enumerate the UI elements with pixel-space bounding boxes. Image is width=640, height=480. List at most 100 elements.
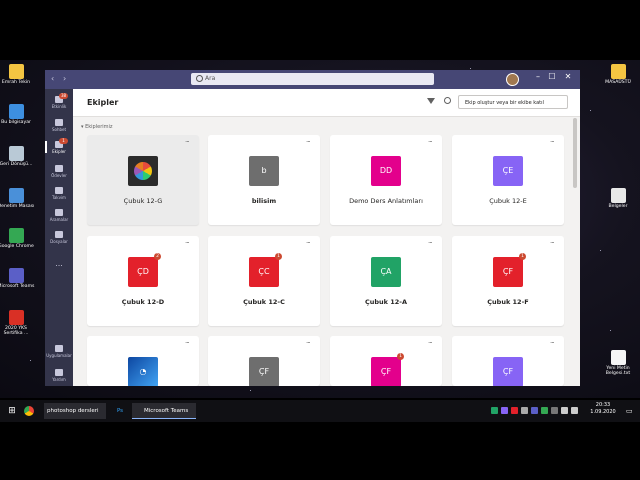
taskbar-item-label: Ps	[116, 408, 124, 414]
more-options-icon[interactable]: ···	[185, 138, 190, 146]
team-card[interactable]: ··· ÇF	[208, 336, 320, 386]
more-options-icon[interactable]: ···	[428, 138, 433, 146]
settings-icon[interactable]	[444, 97, 451, 104]
more-options-icon[interactable]: ···	[306, 339, 311, 347]
rail-item-1[interactable]: Sohbet	[45, 119, 73, 132]
notification-badge: 1	[397, 353, 404, 360]
filter-icon[interactable]	[427, 98, 435, 104]
desktop-icon-label: Microsoft Teams	[0, 284, 35, 289]
tray-icon[interactable]	[541, 407, 548, 414]
rail-item-6[interactable]: Dosyalar	[45, 231, 73, 244]
rail-item-0[interactable]: Etkinlik 38	[45, 93, 73, 109]
desktop-icon-label: Bu bilgisayar	[1, 120, 31, 125]
more-options-icon[interactable]: ···	[550, 239, 555, 247]
join-or-create-team-button[interactable]: Ekip oluştur veya bir ekibe katıl	[458, 95, 568, 109]
desktop-icon-right-0[interactable]: MASAÜSTÜ	[598, 64, 638, 85]
rail-label: Dosyalar	[50, 239, 68, 244]
desktop-icon-right-2[interactable]: Yeni Metin Belgesi.txt	[598, 350, 638, 377]
team-card[interactable]: ··· ÇF	[452, 336, 564, 386]
team-card[interactable]: ··· ÇF 1	[330, 336, 442, 386]
desktop-icon-left-6[interactable]: 2020 YKS Sertifika ...	[0, 310, 36, 337]
desktop-icon-glyph	[8, 146, 24, 161]
team-card[interactable]: ··· ÇF 1 Çubuk 12-F	[452, 236, 564, 326]
rail-item-4[interactable]: Takvim	[45, 187, 73, 200]
more-options-icon[interactable]: ···	[185, 239, 190, 247]
team-name: Çubuk 12-C	[243, 298, 285, 306]
desktop-icon-left-1[interactable]: Bu bilgisayar	[0, 104, 36, 125]
team-card[interactable]: ··· ÇD 2 Çubuk 12-D	[87, 236, 199, 326]
volume-icon[interactable]	[561, 407, 568, 414]
rail-label: Ekipler	[52, 149, 66, 154]
page-header: Ekipler Ekip oluştur veya bir ekibe katı…	[73, 89, 580, 117]
rail-label: ...	[55, 259, 63, 268]
desktop-icon-left-3[interactable]: Denetim Masası	[0, 188, 36, 209]
more-options-icon[interactable]: ···	[185, 339, 190, 347]
more-options-icon[interactable]: ···	[306, 239, 311, 247]
app-rail: Etkinlik 38 Sohbet Ekipler 1 Ödevler Takvim Ara…	[45, 89, 73, 386]
team-card[interactable]: ··· ÇE Çubuk 12-E	[452, 135, 564, 225]
star-decoration	[610, 330, 611, 331]
desktop-icon-glyph	[8, 104, 24, 119]
rail-item-8[interactable]: Uygulamalar	[45, 345, 73, 358]
rail-label: Etkinlik	[51, 104, 67, 109]
more-options-icon[interactable]: ···	[428, 339, 433, 347]
tray-icon[interactable]	[521, 407, 528, 414]
back-icon[interactable]: ‹	[51, 74, 54, 83]
team-avatar: ÇD	[128, 257, 158, 287]
team-card[interactable]: ··· ÇC 1 Çubuk 12-C	[208, 236, 320, 326]
team-card[interactable]: ··· ◔	[87, 336, 199, 386]
rail-label: Ödevler	[51, 173, 67, 178]
rail-label: Aramalar	[49, 217, 69, 222]
more-options-icon[interactable]: ···	[306, 138, 311, 146]
team-card[interactable]: ··· ÇA Çubuk 12-A	[330, 236, 442, 326]
teams-window: ‹ › Ara – ☐ ✕ Etkinlik 38 Sohbet Ekipler 1 Öd…	[45, 70, 580, 386]
desktop-icon-label: Belgeler	[608, 204, 628, 209]
rail-item-2[interactable]: Ekipler 1	[45, 138, 73, 154]
desktop-icon-left-4[interactable]: Google Chrome	[0, 228, 36, 249]
rail-item-3[interactable]: Ödevler	[45, 165, 73, 178]
tray-icon[interactable]	[551, 407, 558, 414]
star-decoration	[590, 110, 591, 111]
rail-item-5[interactable]: Aramalar	[45, 209, 73, 222]
desktop-icon-glyph	[8, 64, 24, 79]
team-avatar: ÇF	[493, 357, 523, 386]
more-options-icon[interactable]: ···	[428, 239, 433, 247]
desktop-icon-left-0[interactable]: Emrah Tekin	[0, 64, 36, 85]
rail-label: Yardım	[52, 377, 66, 382]
rail-icon	[55, 119, 63, 126]
notifications-icon[interactable]: ▭	[626, 403, 634, 419]
tray-icon[interactable]	[491, 407, 498, 414]
team-avatar-initials: ÇF	[502, 267, 514, 276]
search-input[interactable]: Ara	[191, 73, 434, 85]
clock[interactable]: 20:33 1.09.2020	[588, 402, 618, 418]
tray-icon[interactable]	[531, 407, 538, 414]
chrome-taskbar-icon[interactable]	[24, 403, 38, 419]
rail-item-7[interactable]: ...	[45, 259, 73, 268]
avatar[interactable]	[506, 73, 519, 86]
team-card[interactable]: ··· Çubuk 12-G	[87, 135, 199, 225]
more-options-icon[interactable]: ···	[550, 339, 555, 347]
minimize-button[interactable]: –	[531, 72, 545, 81]
tray-icon[interactable]	[511, 407, 518, 414]
maximize-button[interactable]: ☐	[545, 72, 559, 81]
taskbar-item-photoshop-folder[interactable]: photoshop dersleri	[44, 403, 106, 419]
network-icon[interactable]	[571, 407, 578, 414]
desktop-icon-left-2[interactable]: Geri Dönüşü...	[0, 146, 36, 167]
desktop-icon-right-1[interactable]: Belgeler	[598, 188, 638, 209]
rail-item-9[interactable]: Yardım	[45, 369, 73, 382]
close-button[interactable]: ✕	[561, 72, 575, 81]
desktop-icon-left-5[interactable]: Microsoft Teams	[0, 268, 36, 289]
more-options-icon[interactable]: ···	[550, 138, 555, 146]
section-header[interactable]: ▾ Ekiplerimiz	[81, 124, 113, 130]
team-card[interactable]: ··· DD Demo Ders Anlatımları	[330, 135, 442, 225]
forward-icon[interactable]: ›	[63, 74, 66, 83]
photoshop-taskbar-icon[interactable]: Ps	[113, 403, 127, 419]
start-button[interactable]: ⊞	[6, 403, 18, 419]
rail-icon	[55, 187, 63, 194]
team-avatar: DD	[371, 156, 401, 186]
team-card[interactable]: ··· b bilisim	[208, 135, 320, 225]
tray-icon[interactable]	[501, 407, 508, 414]
taskbar: ⊞ photoshop dersleri Ps Microsoft Teams …	[0, 400, 640, 422]
scrollbar[interactable]	[573, 118, 577, 188]
taskbar-item-teams[interactable]: Microsoft Teams	[132, 403, 196, 419]
